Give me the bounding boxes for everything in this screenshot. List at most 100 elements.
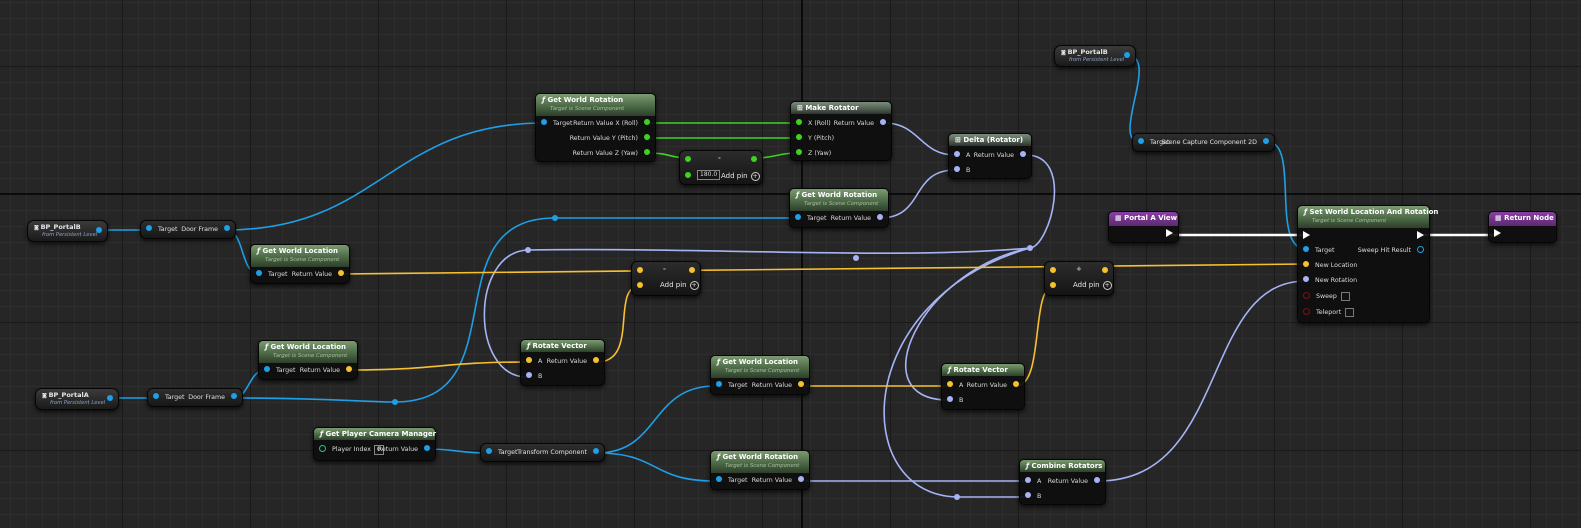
sweep-pin-row[interactable]: Sweep xyxy=(1303,291,1350,303)
get-world-rotation-node[interactable]: Get World Rotation Target is Scene Compo… xyxy=(710,450,810,490)
exec-pin[interactable] xyxy=(1166,229,1173,237)
exec-out-pin-row[interactable] xyxy=(1166,228,1173,240)
float-value-field[interactable]: 180.0 xyxy=(697,170,721,180)
rotator-pin[interactable] xyxy=(1025,492,1031,498)
target-pin-row[interactable]: Target xyxy=(541,118,572,130)
vector-pin[interactable] xyxy=(526,357,532,363)
object-pin[interactable] xyxy=(107,395,113,401)
teleport-checkbox[interactable] xyxy=(1345,307,1355,317)
float-pin[interactable] xyxy=(796,119,802,125)
return-pin-row[interactable]: Return Value xyxy=(378,444,430,456)
float-pin[interactable] xyxy=(796,149,802,155)
rotator-pin[interactable] xyxy=(1303,276,1309,282)
return-pin-row[interactable]: Return Value xyxy=(752,475,804,487)
return-pin-row[interactable]: Return Value xyxy=(292,269,344,281)
target-pin-row[interactable]: Target xyxy=(716,380,747,392)
object-pin[interactable] xyxy=(1138,138,1144,144)
float-pin[interactable] xyxy=(644,119,650,125)
target-pin-row[interactable]: Target xyxy=(153,392,184,404)
get-player-camera-manager-node[interactable]: Get Player Camera Manager Player Index0 … xyxy=(313,427,436,461)
vector-add-node[interactable]: + Add pin + xyxy=(1044,261,1114,296)
vector-pin[interactable] xyxy=(798,381,804,387)
object-pin[interactable] xyxy=(424,445,430,451)
vector-pin[interactable] xyxy=(689,267,695,273)
add-pin-button[interactable]: Add pin + xyxy=(1073,281,1112,290)
object-pin[interactable] xyxy=(593,448,599,454)
float-add-node[interactable]: - 180.0 Add pin + xyxy=(679,150,763,185)
object-pin[interactable] xyxy=(96,227,102,233)
sweep-checkbox[interactable] xyxy=(1340,291,1350,301)
rotator-pin[interactable] xyxy=(1094,477,1100,483)
vector-pin[interactable] xyxy=(1102,267,1108,273)
vector-pin[interactable] xyxy=(637,267,643,273)
get-world-location-node[interactable]: Get World Location Target is Scene Compo… xyxy=(250,244,350,284)
bool-pin[interactable] xyxy=(1303,291,1310,299)
return-node[interactable]: Return Node xyxy=(1488,211,1557,243)
a-pin-row[interactable]: A xyxy=(526,356,542,368)
combine-rotators-node[interactable]: Combine Rotators A B Return Value xyxy=(1019,459,1106,505)
vector-pin[interactable] xyxy=(346,366,352,372)
exec-pin[interactable] xyxy=(1417,231,1424,239)
object-pin[interactable] xyxy=(146,225,152,231)
exec-in-pin-row[interactable] xyxy=(1303,230,1310,242)
vector-pin[interactable] xyxy=(1050,267,1056,273)
portal-a-view-event-node[interactable]: Portal A View xyxy=(1108,211,1179,243)
float-pin[interactable] xyxy=(685,156,691,162)
rotator-pin[interactable] xyxy=(1025,477,1031,483)
rotator-pin[interactable] xyxy=(880,119,886,125)
door-frame-getter-a[interactable]: Target Door Frame xyxy=(147,388,243,407)
float-pin[interactable] xyxy=(751,156,757,162)
target-pin-row[interactable]: Target xyxy=(146,224,177,236)
door-frame-pin-row[interactable]: Door Frame xyxy=(188,392,237,404)
get-world-rotation-node[interactable]: Get World Rotation Target is Scene Compo… xyxy=(535,93,656,162)
object-pin[interactable] xyxy=(486,448,492,454)
target-pin-row[interactable]: Target xyxy=(1303,245,1334,257)
sweep-hit-pin-row[interactable]: Sweep Hit Result xyxy=(1358,245,1424,257)
bool-pin[interactable] xyxy=(1303,307,1310,315)
portal-a-reference-node[interactable]: BP_PortalA from Persistent Level xyxy=(35,388,119,410)
return-pin-row[interactable]: Return Value xyxy=(967,380,1019,392)
object-pin[interactable] xyxy=(1263,138,1269,144)
target-pin-row[interactable]: Target xyxy=(716,475,747,487)
rotator-pin[interactable] xyxy=(954,166,960,172)
new-rotation-pin-row[interactable]: New Rotation xyxy=(1303,275,1357,287)
get-world-location-node[interactable]: Get World Location Target is Scene Compo… xyxy=(258,340,358,380)
portal-b-reference-node[interactable]: BP_PortalB from Persistent Level xyxy=(27,220,108,242)
vector-pin[interactable] xyxy=(1303,261,1309,267)
door-frame-getter-b[interactable]: Target Door Frame xyxy=(140,220,236,239)
return-pin-row[interactable]: Return Value xyxy=(752,380,804,392)
y-pin-row[interactable]: Y (Pitch) xyxy=(796,133,834,145)
add-pin-button[interactable]: Add pin + xyxy=(660,281,699,290)
object-pin[interactable] xyxy=(541,119,547,125)
return-pin-row[interactable]: Return Value xyxy=(300,365,352,377)
rotator-pin[interactable] xyxy=(877,214,883,220)
x-pin-row[interactable]: X (Roll) xyxy=(796,118,831,130)
vector-pin[interactable] xyxy=(593,357,599,363)
return-pin-row[interactable]: Return Value xyxy=(834,118,886,130)
get-world-location-node[interactable]: Get World Location Target is Scene Compo… xyxy=(710,355,810,395)
float-pin[interactable] xyxy=(685,172,691,178)
delta-rotator-node[interactable]: Delta (Rotator) A B Return Value xyxy=(948,133,1032,179)
object-pin[interactable] xyxy=(153,393,159,399)
return-pin-row[interactable]: Return Value xyxy=(547,356,599,368)
a-pin-row[interactable]: A xyxy=(947,380,963,392)
object-pin[interactable] xyxy=(231,393,237,399)
scene-capture-getter[interactable]: Target Scene Capture Component 2D xyxy=(1132,133,1275,152)
target-pin-row[interactable]: Target xyxy=(264,365,295,377)
add-pin-button[interactable]: Add pin + xyxy=(721,172,760,181)
a-pin-row[interactable]: A xyxy=(1025,476,1041,488)
object-pin[interactable] xyxy=(1124,52,1130,58)
door-frame-pin-row[interactable]: Door Frame xyxy=(181,224,230,236)
portal-b-reference-node[interactable]: BP_PortalB from Persistent Level xyxy=(1054,45,1136,67)
object-pin[interactable] xyxy=(795,214,801,220)
object-pin[interactable] xyxy=(256,270,262,276)
new-location-pin-row[interactable]: New Location xyxy=(1303,260,1357,272)
rotate-vector-node[interactable]: Rotate Vector A B Return Value xyxy=(520,339,605,386)
object-pin[interactable] xyxy=(264,366,270,372)
vector-pin[interactable] xyxy=(338,270,344,276)
rotator-pin[interactable] xyxy=(954,151,960,157)
b-pin-row[interactable]: B xyxy=(526,371,542,383)
vector-pin[interactable] xyxy=(637,282,643,288)
return-pin-row[interactable]: Return Value xyxy=(831,213,883,225)
rotator-pin[interactable] xyxy=(526,372,532,378)
